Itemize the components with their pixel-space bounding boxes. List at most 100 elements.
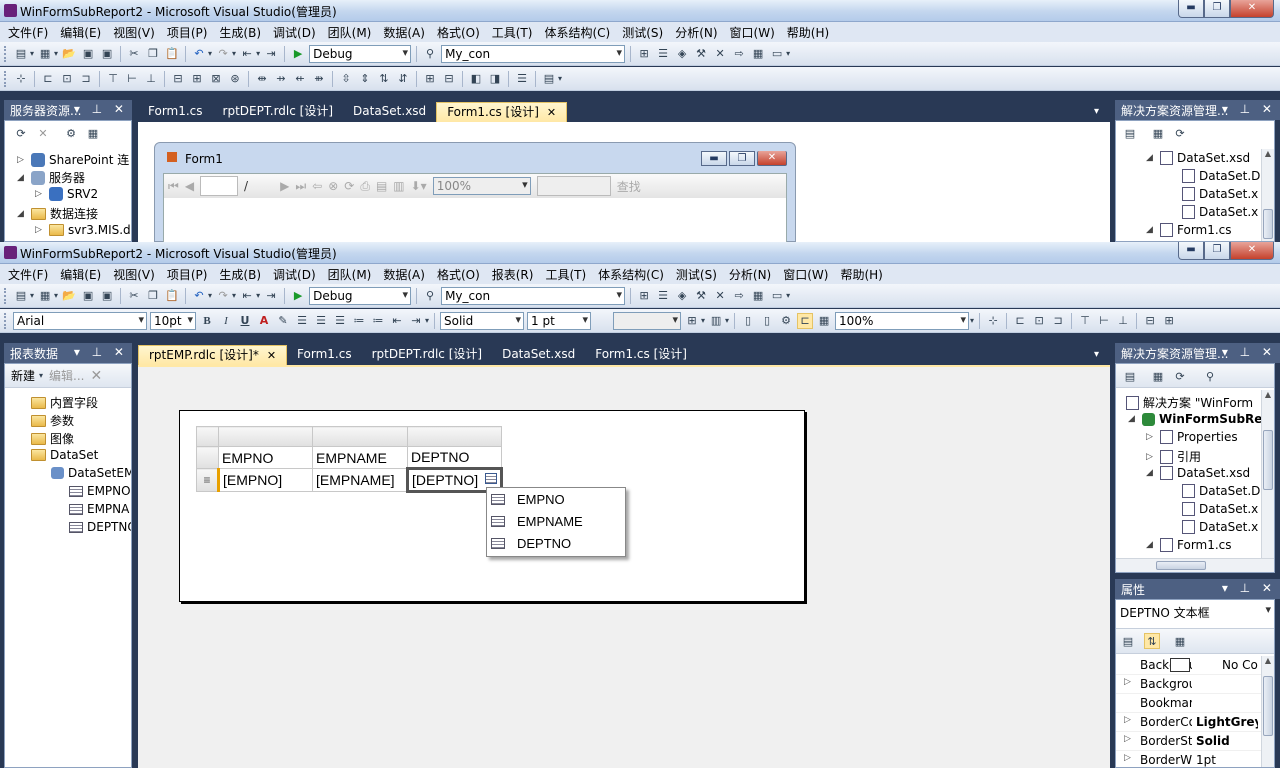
- align-center-icon[interactable]: ☰: [313, 313, 329, 329]
- align-middles-icon[interactable]: ⊢: [1096, 313, 1112, 329]
- tools-icon[interactable]: ✕: [712, 288, 728, 304]
- property-pages-icon[interactable]: ▦: [1172, 633, 1188, 649]
- property-row[interactable]: ▷ Backgrou: [1116, 675, 1262, 694]
- stop-icon[interactable]: ✕: [35, 125, 51, 141]
- h-spacing-equal-icon[interactable]: ⇹: [254, 71, 270, 87]
- grouping-icon[interactable]: ⊏: [797, 312, 814, 329]
- menu-item[interactable]: 数据(A): [377, 22, 431, 42]
- maximize-button[interactable]: ❐: [1204, 0, 1230, 18]
- border-width-select[interactable]: 1 pt: [527, 311, 592, 330]
- properties-icon[interactable]: ▤: [1122, 368, 1138, 384]
- background-color-icon[interactable]: ▥: [708, 313, 724, 329]
- column-handle[interactable]: [407, 426, 502, 447]
- tree-node-references[interactable]: ▷ 引用: [1146, 448, 1201, 465]
- report-data-icon[interactable]: ⚙: [778, 313, 794, 329]
- menu-item[interactable]: 测试(S): [670, 264, 723, 284]
- menu-item[interactable]: 生成(B): [213, 22, 267, 42]
- page-layout-icon[interactable]: ▯: [759, 313, 775, 329]
- menu-item[interactable]: 格式(O): [431, 22, 486, 42]
- column-handle[interactable]: [312, 426, 408, 447]
- center-vertical-icon[interactable]: ⊟: [441, 71, 457, 87]
- connect-server-icon[interactable]: ▦: [85, 125, 101, 141]
- align-left-icon[interactable]: ⊏: [40, 71, 56, 87]
- start-debug-icon[interactable]: ▶: [290, 288, 306, 304]
- menu-item[interactable]: 视图(V): [107, 22, 161, 42]
- header-cell-deptno[interactable]: DEPTNO: [407, 446, 502, 469]
- menu-item[interactable]: 报表(R): [486, 264, 540, 284]
- panel-controls[interactable]: ▾ ⊥ ✕: [74, 345, 128, 359]
- redo-icon[interactable]: ↷: [215, 288, 231, 304]
- vertical-scrollbar[interactable]: ▲: [1261, 656, 1274, 767]
- header-cell-empno[interactable]: EMPNO: [218, 446, 313, 469]
- panel-controls[interactable]: ▾ ⊥ ✕: [1222, 102, 1276, 116]
- print-icon[interactable]: ⎙: [360, 179, 370, 194]
- menu-item[interactable]: 数据(A): [377, 264, 431, 284]
- align-middle-icon[interactable]: ⊢: [124, 71, 140, 87]
- copy-icon[interactable]: ❐: [145, 288, 161, 304]
- report-body[interactable]: EMPNO EMPNAME DEPTNO ≡ [EMPNO] [EMPNAME]…: [179, 410, 805, 602]
- align-grid-icon[interactable]: ⊹: [13, 71, 29, 87]
- field-option-empname[interactable]: EMPNAME: [487, 510, 625, 532]
- page-number-input[interactable]: [200, 176, 239, 196]
- tree-node-solution[interactable]: 解决方案 "WinForm: [1126, 394, 1253, 411]
- vertical-scrollbar[interactable]: ▲: [1261, 390, 1274, 560]
- properties-icon[interactable]: ☰: [655, 288, 671, 304]
- tree-node-svr3[interactable]: ▷ svr3.MIS.d: [35, 223, 131, 237]
- align-lefts-icon[interactable]: ⊏: [1012, 313, 1028, 329]
- underline-button[interactable]: U: [237, 313, 253, 329]
- tree-node-dataset[interactable]: DataSet: [31, 448, 98, 462]
- alphabetical-icon[interactable]: ⇅: [1144, 633, 1160, 649]
- document-tab[interactable]: DataSet.xsd: [343, 102, 436, 122]
- increase-indent-icon[interactable]: ⇥: [408, 313, 424, 329]
- lock-controls-icon[interactable]: ▤: [541, 71, 557, 87]
- object-browser-icon[interactable]: ◈: [674, 46, 690, 62]
- menu-item[interactable]: 窗口(W): [724, 22, 781, 42]
- tools-icon[interactable]: ✕: [712, 46, 728, 62]
- menu-item[interactable]: 视图(V): [107, 264, 161, 284]
- last-page-icon[interactable]: ⏭: [295, 179, 306, 194]
- maximize-button[interactable]: ❐: [1204, 242, 1230, 260]
- copy-icon[interactable]: ❐: [145, 46, 161, 62]
- same-height-icon[interactable]: ⊞: [1161, 313, 1177, 329]
- row-handle[interactable]: [196, 446, 219, 469]
- menu-item[interactable]: 格式(O): [431, 264, 486, 284]
- close-tab-icon[interactable]: ✕: [267, 349, 276, 362]
- find-link[interactable]: 查找: [617, 178, 641, 195]
- prev-page-icon[interactable]: ◀: [185, 179, 194, 193]
- document-tab[interactable]: rptDEPT.rdlc [设计]: [362, 345, 493, 365]
- tree-node-dataset-xss[interactable]: DataSet.x: [1182, 205, 1258, 219]
- tree-node-datasetemp[interactable]: DataSetEM: [51, 466, 131, 480]
- document-tab[interactable]: rptEMP.rdlc [设计]* ✕: [138, 345, 288, 365]
- detail-cell-empno[interactable]: [EMPNO]: [217, 468, 313, 492]
- save-all-icon[interactable]: ▣: [99, 46, 115, 62]
- field-picker-icon[interactable]: [485, 473, 497, 484]
- stop-icon[interactable]: ⊗: [328, 179, 338, 193]
- server-icon[interactable]: ▦: [750, 288, 766, 304]
- font-size-select[interactable]: 10pt: [150, 311, 196, 330]
- h-spacing-remove-icon[interactable]: ⇻: [311, 71, 327, 87]
- v-spacing-dec-icon[interactable]: ⇅: [376, 71, 392, 87]
- property-value[interactable]: Solid: [1196, 734, 1258, 748]
- property-value[interactable]: 1pt: [1196, 753, 1258, 767]
- tree-node-field-empno[interactable]: EMPNO: [69, 484, 131, 498]
- find-combo[interactable]: My_con: [441, 286, 626, 305]
- menu-item[interactable]: 体系结构(C): [592, 264, 670, 284]
- send-back-icon[interactable]: ◨: [487, 71, 503, 87]
- font-color-button[interactable]: A: [256, 313, 272, 329]
- menu-item[interactable]: 帮助(H): [781, 22, 835, 42]
- size-to-grid-icon[interactable]: ⊛: [227, 71, 243, 87]
- highlight-icon[interactable]: ✎: [275, 313, 291, 329]
- align-top-icon[interactable]: ⊤: [105, 71, 121, 87]
- property-row[interactable]: Bookmar: [1116, 694, 1262, 713]
- tree-node-servers[interactable]: ◢ 服务器: [17, 169, 85, 186]
- expand-icon[interactable]: ▷: [1124, 715, 1131, 725]
- add-item-icon[interactable]: ▦: [37, 288, 53, 304]
- show-all-files-icon[interactable]: ▦: [1150, 125, 1166, 141]
- numbered-list-icon[interactable]: ≔: [351, 313, 367, 329]
- menu-item[interactable]: 文件(F): [2, 22, 54, 42]
- refresh-icon[interactable]: ⟳: [344, 179, 354, 193]
- navigate-forward-icon[interactable]: ⇥: [263, 46, 279, 62]
- field-option-empno[interactable]: EMPNO: [487, 488, 625, 510]
- field-option-deptno[interactable]: DEPTNO: [487, 532, 625, 554]
- align-center-icon[interactable]: ⊡: [59, 71, 75, 87]
